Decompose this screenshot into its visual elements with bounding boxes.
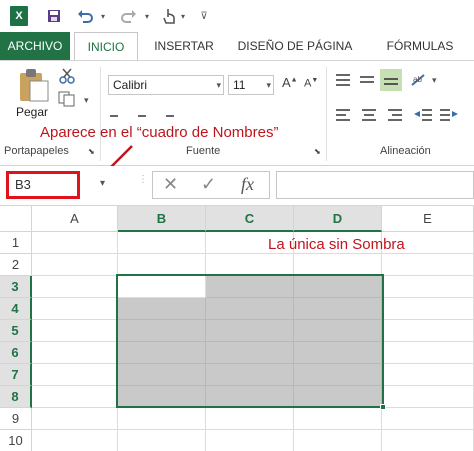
row-header-4[interactable]: 4 [0, 298, 32, 320]
cell-e2[interactable] [382, 254, 474, 276]
cell-e6[interactable] [382, 342, 474, 364]
column-header-a[interactable]: A [32, 206, 118, 232]
formula-bar-row: B3 ▾ ⋮ ✕ ✓ fx [0, 166, 474, 206]
formula-input[interactable] [276, 171, 474, 199]
enter-icon[interactable]: ✓ [201, 174, 216, 195]
cell-b10[interactable] [118, 430, 206, 451]
formula-bar-grip[interactable]: ⋮ [138, 174, 148, 194]
cell-b9[interactable] [118, 408, 206, 430]
annotation-cell-note: La única sin Sombra [268, 236, 405, 253]
cell-b1[interactable] [118, 232, 206, 254]
cell-d7[interactable] [294, 364, 382, 386]
cell-a3[interactable] [32, 276, 118, 298]
cell-c2[interactable] [206, 254, 294, 276]
row-header-3[interactable]: 3 [0, 276, 32, 298]
cell-a8[interactable] [32, 386, 118, 408]
cell-b4[interactable] [118, 298, 206, 320]
cell-a1[interactable] [32, 232, 118, 254]
cell-d3[interactable] [294, 276, 382, 298]
cell-c8[interactable] [206, 386, 294, 408]
cell-b8[interactable] [118, 386, 206, 408]
cell-d10[interactable] [294, 430, 382, 451]
name-box-dropdown-icon[interactable]: ▾ [100, 178, 105, 189]
column-header-b[interactable]: B [118, 206, 206, 232]
row-header-1[interactable]: 1 [0, 232, 32, 254]
column-header-d[interactable]: D [294, 206, 382, 232]
cell-a5[interactable] [32, 320, 118, 342]
cell-e10[interactable] [382, 430, 474, 451]
cell-c7[interactable] [206, 364, 294, 386]
cell-e3[interactable] [382, 276, 474, 298]
row-header-9[interactable]: 9 [0, 408, 32, 430]
cell-b7[interactable] [118, 364, 206, 386]
row-header-6[interactable]: 6 [0, 342, 32, 364]
row-header-8[interactable]: 8 [0, 386, 32, 408]
select-all-corner[interactable] [0, 206, 32, 232]
cell-d9[interactable] [294, 408, 382, 430]
insert-function-icon[interactable]: fx [241, 174, 254, 195]
cell-b6[interactable] [118, 342, 206, 364]
formula-buttons: ✕ ✓ fx [152, 171, 270, 199]
cell-d2[interactable] [294, 254, 382, 276]
cell-e5[interactable] [382, 320, 474, 342]
row-header-5[interactable]: 5 [0, 320, 32, 342]
column-header-e[interactable]: E [382, 206, 474, 232]
cell-c6[interactable] [206, 342, 294, 364]
cell-c3[interactable] [206, 276, 294, 298]
row-header-10[interactable]: 10 [0, 430, 32, 451]
cell-c10[interactable] [206, 430, 294, 451]
cell-a9[interactable] [32, 408, 118, 430]
cell-b3[interactable] [118, 276, 206, 298]
cell-d5[interactable] [294, 320, 382, 342]
cell-c5[interactable] [206, 320, 294, 342]
cell-c4[interactable] [206, 298, 294, 320]
cell-e7[interactable] [382, 364, 474, 386]
cancel-icon[interactable]: ✕ [163, 174, 178, 195]
name-box[interactable]: B3 [6, 171, 80, 199]
cell-b5[interactable] [118, 320, 206, 342]
cell-c9[interactable] [206, 408, 294, 430]
cell-e8[interactable] [382, 386, 474, 408]
cell-a10[interactable] [32, 430, 118, 451]
cell-a7[interactable] [32, 364, 118, 386]
column-header-c[interactable]: C [206, 206, 294, 232]
cell-d4[interactable] [294, 298, 382, 320]
cell-e9[interactable] [382, 408, 474, 430]
cell-b2[interactable] [118, 254, 206, 276]
cell-e4[interactable] [382, 298, 474, 320]
cell-a6[interactable] [32, 342, 118, 364]
cell-d6[interactable] [294, 342, 382, 364]
cell-a2[interactable] [32, 254, 118, 276]
cell-d8[interactable] [294, 386, 382, 408]
row-header-2[interactable]: 2 [0, 254, 32, 276]
cell-a4[interactable] [32, 298, 118, 320]
row-header-7[interactable]: 7 [0, 364, 32, 386]
fill-handle[interactable] [380, 404, 386, 410]
